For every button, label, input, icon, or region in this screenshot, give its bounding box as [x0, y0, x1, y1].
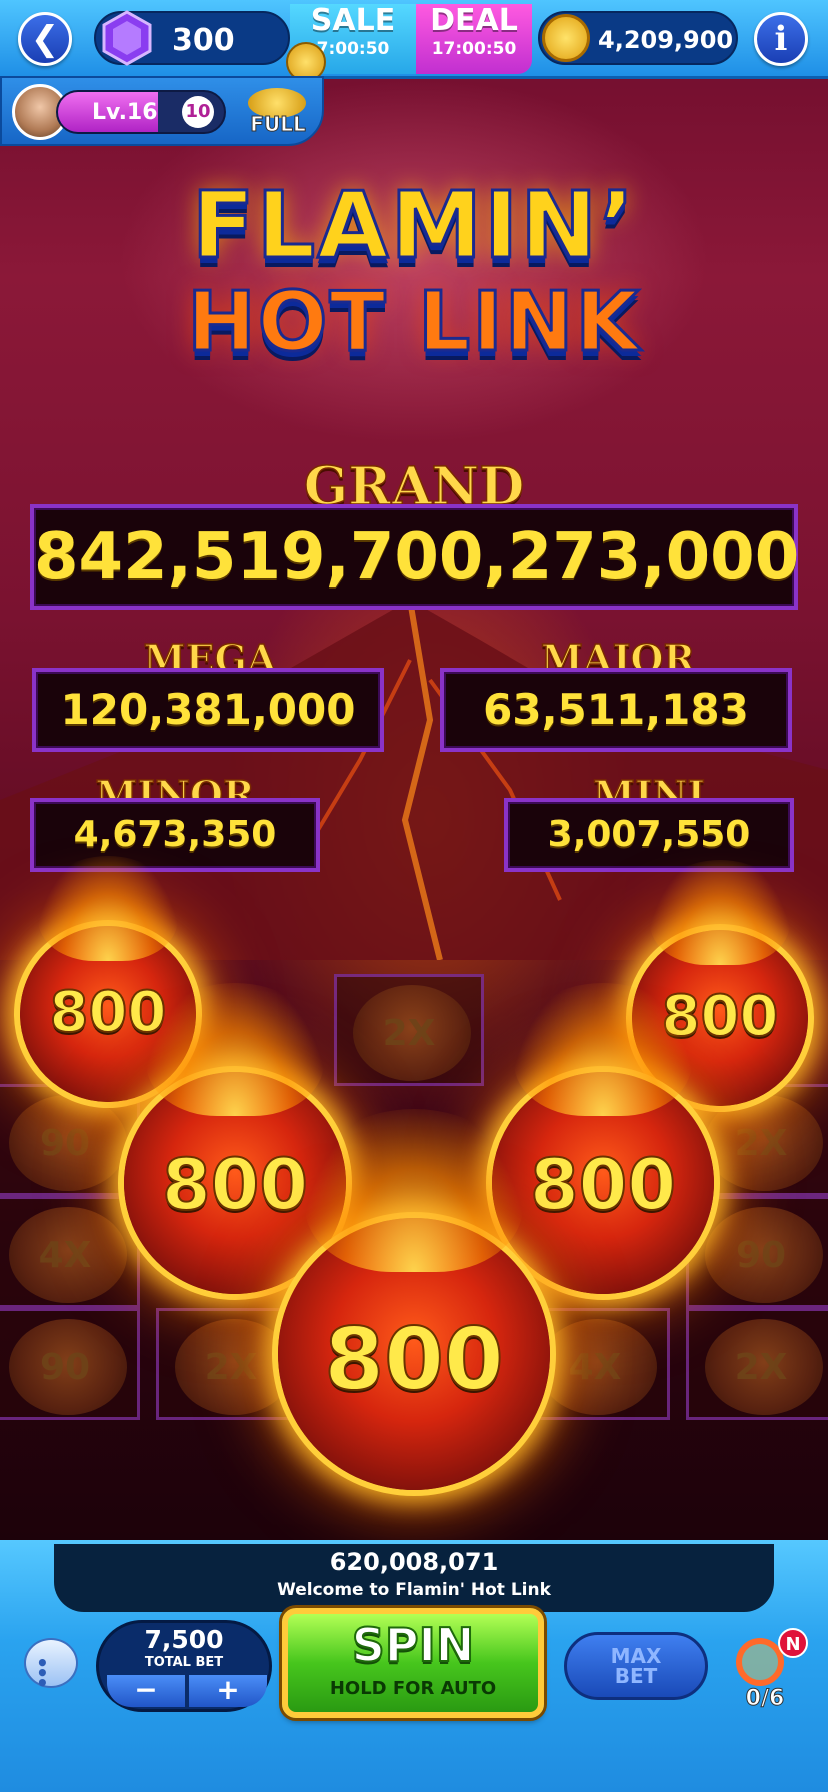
piggy-status-label: FULL	[250, 112, 306, 137]
increase-bet-button[interactable]: +	[189, 1675, 267, 1707]
reel-cell: 4X	[0, 1196, 140, 1308]
player-bar: Lv.16 10 FULL	[0, 76, 324, 146]
total-bet-value: 7,500	[144, 1625, 224, 1654]
spin-button[interactable]: SPIN HOLD FOR AUTO	[282, 1608, 544, 1718]
win-amount: 620,008,071	[329, 1548, 499, 1576]
reel-cell: 2X	[334, 974, 484, 1086]
logo-title-line2: HOT LINK	[186, 274, 641, 371]
level-progress-bar[interactable]: Lv.16 10	[56, 90, 226, 134]
spin-label: SPIN	[351, 1617, 475, 1673]
chat-button[interactable]: • • •	[24, 1638, 78, 1695]
fireball-symbol: 800	[492, 983, 714, 1294]
deal-timer: 17:00:50	[431, 39, 517, 59]
gem-count: 300	[172, 23, 235, 58]
gem-icon	[102, 10, 152, 66]
total-bet-control: 7,500 TOTAL BET − +	[96, 1620, 272, 1712]
fireball-symbol: 800	[278, 1109, 550, 1490]
piggy-bank-button[interactable]: FULL	[242, 86, 314, 138]
sale-label: SALE	[310, 3, 396, 38]
max-bet-button[interactable]: MAX BET	[564, 1632, 708, 1700]
major-jackpot-value: 63,511,183	[440, 668, 792, 752]
max-bet-label-line1: MAX	[610, 1644, 662, 1668]
coin-icon	[542, 14, 590, 62]
max-bet-label-line2: BET	[614, 1664, 658, 1688]
reel-cell: 90	[0, 1308, 140, 1420]
grand-jackpot-value: 842,519,700,273,000	[30, 504, 799, 610]
reel-cell: 2X	[686, 1308, 828, 1420]
target-arrow-icon	[736, 1638, 784, 1686]
info-button[interactable]: i	[754, 12, 808, 66]
spin-hold-label: HOLD FOR AUTO	[329, 1678, 497, 1699]
coin-balance[interactable]: 4,209,900	[538, 11, 738, 65]
chevron-left-icon: ❮	[30, 19, 60, 59]
level-label: Lv.16	[92, 100, 158, 125]
message-bar: 620,008,071 Welcome to Flamin' Hot Link	[54, 1544, 774, 1612]
gem-balance[interactable]: 300	[94, 10, 290, 66]
deal-label: DEAL	[430, 3, 518, 38]
chat-bubble-icon: • • •	[36, 1651, 49, 1695]
mini-jackpot-value: 3,007,550	[504, 798, 794, 872]
mega-jackpot-value: 120,381,000	[32, 668, 384, 752]
total-bet-label: TOTAL BET	[144, 1655, 224, 1670]
game-logo: FLAMIN’ HOT LINK	[0, 172, 828, 436]
info-icon: i	[774, 19, 788, 59]
back-button[interactable]: ❮	[18, 12, 72, 66]
deal-offer-button[interactable]: DEAL 17:00:50	[416, 4, 532, 74]
quest-progress: 0/6	[745, 1686, 785, 1712]
level-gift-badge: 10	[182, 96, 214, 128]
minor-jackpot-value: 4,673,350	[30, 798, 320, 872]
new-badge: N	[778, 1628, 808, 1658]
coin-count: 4,209,900	[598, 26, 734, 54]
welcome-message: Welcome to Flamin' Hot Link	[277, 1580, 551, 1600]
quest-button[interactable]: N 0/6	[730, 1628, 816, 1718]
logo-title-line1: FLAMIN’	[190, 172, 637, 279]
decrease-bet-button[interactable]: −	[107, 1675, 185, 1707]
